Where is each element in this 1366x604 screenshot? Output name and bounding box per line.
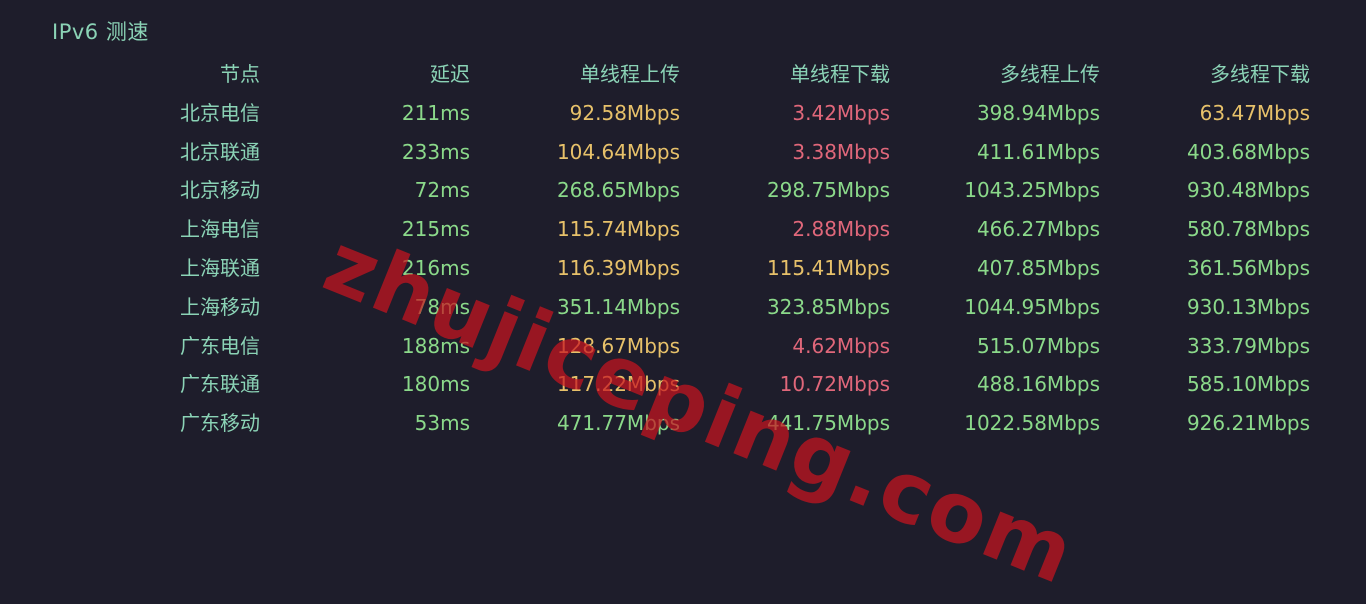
cell-latency: 53ms: [414, 411, 470, 436]
table-row: 上海移动 78ms 351.14Mbps 323.85Mbps 1044.95Mbps 9…: [0, 288, 1366, 327]
cell-multi-upload: 398.94Mbps: [976, 100, 1100, 125]
cell-single-upload: 117.22Mbps: [556, 372, 680, 397]
cell-node: 广东联通: [180, 372, 260, 397]
cell-single-download: 115.41Mbps: [766, 255, 890, 280]
cell-node: 北京电信: [180, 100, 260, 125]
cell-latency: 211ms: [401, 100, 470, 125]
header-single-upload: 单线程上传: [580, 62, 680, 86]
cell-multi-upload: 1022.58Mbps: [964, 411, 1100, 436]
cell-multi-upload: 515.07Mbps: [976, 333, 1100, 358]
cell-single-upload: 268.65Mbps: [556, 178, 680, 203]
cell-multi-upload: 407.85Mbps: [976, 255, 1100, 280]
cell-single-download: 323.85Mbps: [766, 294, 890, 319]
cell-multi-upload: 466.27Mbps: [976, 217, 1100, 242]
table-row: 北京电信 211ms 92.58Mbps 3.42Mbps 398.94Mbps 63.4…: [0, 94, 1366, 133]
cell-multi-download: 580.78Mbps: [1186, 217, 1310, 242]
cell-multi-upload: 1043.25Mbps: [964, 178, 1100, 203]
header-node: 节点: [220, 62, 260, 86]
cell-multi-download: 930.13Mbps: [1186, 294, 1310, 319]
table-row: 上海联通 216ms 116.39Mbps 115.41Mbps 407.85Mbps 3…: [0, 249, 1366, 288]
cell-single-download: 298.75Mbps: [766, 178, 890, 203]
cell-node: 北京联通: [180, 139, 260, 164]
cell-single-upload: 471.77Mbps: [556, 411, 680, 436]
header-latency: 延迟: [430, 62, 470, 86]
cell-single-upload: 104.64Mbps: [556, 139, 680, 164]
cell-single-download: 3.42Mbps: [792, 100, 890, 125]
cell-node: 广东移动: [180, 411, 260, 436]
cell-multi-download: 926.21Mbps: [1186, 411, 1310, 436]
header-single-download: 单线程下载: [790, 62, 890, 86]
section-title: IPv6 测速: [52, 20, 149, 44]
table-row: 广东电信 188ms 128.67Mbps 4.62Mbps 515.07Mbps 333…: [0, 327, 1366, 366]
cell-single-upload: 116.39Mbps: [556, 255, 680, 280]
cell-multi-download: 930.48Mbps: [1186, 178, 1310, 203]
header-multi-download: 多线程下载: [1210, 62, 1310, 86]
cell-single-upload: 128.67Mbps: [556, 333, 680, 358]
cell-node: 上海移动: [180, 294, 260, 319]
cell-single-download: 3.38Mbps: [792, 139, 890, 164]
cell-multi-download: 585.10Mbps: [1186, 372, 1310, 397]
cell-latency: 233ms: [401, 139, 470, 164]
speed-test-table: 节点 延迟 单线程上传 单线程下载 多线程上传 多线程下载 北京电信 211ms 9…: [0, 55, 1366, 443]
table-row: 北京移动 72ms 268.65Mbps 298.75Mbps 1043.25Mbps 9…: [0, 171, 1366, 210]
cell-multi-download: 333.79Mbps: [1186, 333, 1310, 358]
cell-node: 北京移动: [180, 178, 260, 203]
cell-node: 上海联通: [180, 255, 260, 280]
header-multi-upload: 多线程上传: [1000, 62, 1100, 86]
cell-multi-download: 63.47Mbps: [1199, 100, 1310, 125]
cell-multi-upload: 411.61Mbps: [976, 139, 1100, 164]
cell-latency: 188ms: [401, 333, 470, 358]
cell-latency: 78ms: [414, 294, 470, 319]
cell-single-upload: 115.74Mbps: [556, 217, 680, 242]
cell-single-upload: 92.58Mbps: [569, 100, 680, 125]
cell-multi-download: 403.68Mbps: [1186, 139, 1310, 164]
cell-latency: 216ms: [401, 255, 470, 280]
cell-single-upload: 351.14Mbps: [556, 294, 680, 319]
cell-single-download: 2.88Mbps: [792, 217, 890, 242]
table-row: 上海电信 215ms 115.74Mbps 2.88Mbps 466.27Mbps 580…: [0, 210, 1366, 249]
table-body: 北京电信 211ms 92.58Mbps 3.42Mbps 398.94Mbps 63.4…: [0, 94, 1366, 443]
table-row: 广东移动 53ms 471.77Mbps 441.75Mbps 1022.58Mbps 9…: [0, 404, 1366, 443]
cell-node: 上海电信: [180, 217, 260, 242]
table-header-row: 节点 延迟 单线程上传 单线程下载 多线程上传 多线程下载: [0, 55, 1366, 94]
cell-single-download: 441.75Mbps: [766, 411, 890, 436]
cell-node: 广东电信: [180, 333, 260, 358]
table-row: 广东联通 180ms 117.22Mbps 10.72Mbps 488.16Mbps 58…: [0, 365, 1366, 404]
cell-multi-upload: 488.16Mbps: [976, 372, 1100, 397]
cell-single-download: 4.62Mbps: [792, 333, 890, 358]
cell-multi-download: 361.56Mbps: [1186, 255, 1310, 280]
cell-latency: 215ms: [401, 217, 470, 242]
cell-latency: 72ms: [414, 178, 470, 203]
cell-multi-upload: 1044.95Mbps: [964, 294, 1100, 319]
cell-latency: 180ms: [401, 372, 470, 397]
table-row: 北京联通 233ms 104.64Mbps 3.38Mbps 411.61Mbps 403…: [0, 133, 1366, 172]
cell-single-download: 10.72Mbps: [779, 372, 890, 397]
